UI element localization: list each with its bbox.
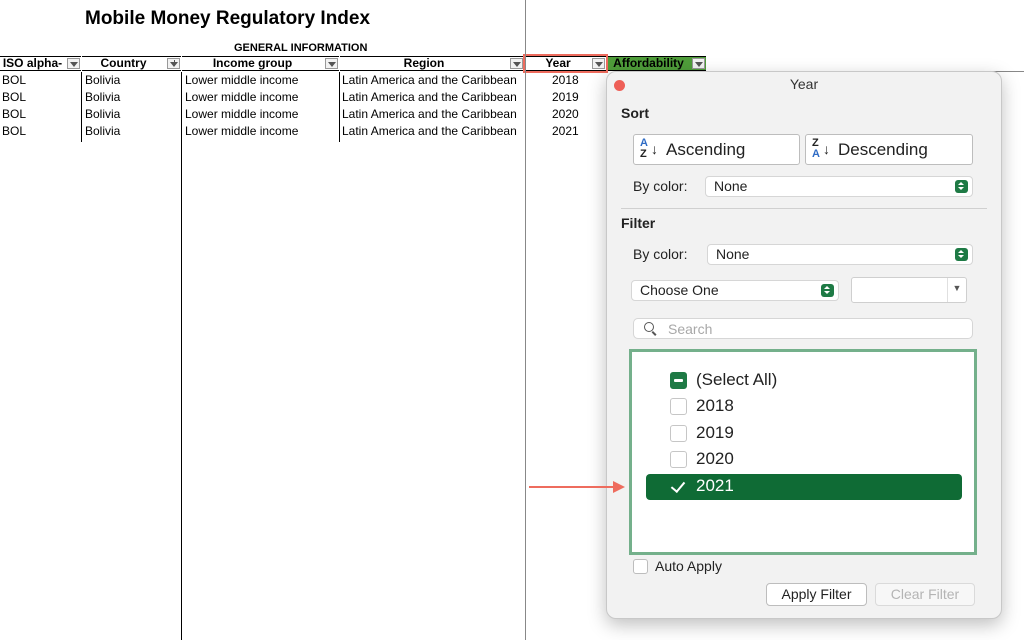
column-divider <box>339 72 340 142</box>
filter-dropdown-icon[interactable] <box>510 58 523 69</box>
section-title: GENERAL INFORMATION <box>234 42 368 54</box>
cell-iso[interactable]: BOL <box>2 72 26 89</box>
filter-dropdown-icon[interactable] <box>692 58 705 69</box>
choose-one-select[interactable]: Choose One <box>631 280 839 301</box>
filter-dropdown-icon[interactable] <box>325 58 338 69</box>
cell-region[interactable]: Latin America and the Caribbean <box>342 123 517 140</box>
cell-year[interactable]: 2018 <box>552 72 579 89</box>
sort-descending-label: Descending <box>838 140 928 159</box>
cell-year[interactable]: 2021 <box>552 123 579 140</box>
grid-line <box>525 0 526 640</box>
checkbox-mixed-icon[interactable] <box>670 372 687 389</box>
sort-by-color-value: None <box>714 178 748 194</box>
sort-ascending-label: Ascending <box>666 140 746 159</box>
list-item-label: 2018 <box>696 396 734 415</box>
cell-country[interactable]: Bolivia <box>85 89 120 106</box>
cell-region[interactable]: Latin America and the Caribbean <box>342 72 517 89</box>
cell-iso[interactable]: BOL <box>2 123 26 140</box>
clear-filter-button[interactable]: Clear Filter <box>875 583 975 606</box>
auto-apply-label[interactable]: Auto Apply <box>655 558 722 574</box>
checkbox-icon[interactable] <box>670 451 687 468</box>
cell-country[interactable]: Bolivia <box>85 106 120 123</box>
header-region[interactable]: Region <box>340 56 524 71</box>
cell-region[interactable]: Latin America and the Caribbean <box>342 89 517 106</box>
list-item-select-all[interactable]: (Select All) <box>646 368 962 394</box>
cell-income[interactable]: Lower middle income <box>185 106 298 123</box>
cell-country[interactable]: Bolivia <box>85 123 120 140</box>
year-header-highlight <box>523 54 608 73</box>
search-placeholder: Search <box>668 321 713 337</box>
chevron-updown-icon <box>955 248 968 261</box>
column-divider <box>81 72 82 142</box>
pointer-arrow-icon <box>529 481 625 493</box>
cell-income[interactable]: Lower middle income <box>185 72 298 89</box>
cell-year[interactable]: 2019 <box>552 89 579 106</box>
cell-iso[interactable]: BOL <box>2 106 26 123</box>
popup-title: Year <box>789 76 819 92</box>
sort-descending-button[interactable]: Z A ↓ Descending <box>805 134 973 165</box>
list-item-2018[interactable]: 2018 <box>646 394 962 420</box>
filter-by-color-label: By color: <box>633 246 688 262</box>
year-filter-popup: Year Sort A Z ↓ Ascending Z A ↓ Descending B… <box>606 71 1002 619</box>
sort-ascending-button[interactable]: A Z ↓ Ascending <box>633 134 800 165</box>
list-item-2021[interactable]: 2021 <box>646 474 962 500</box>
sort-descending-icon: Z A ↓ <box>812 137 830 160</box>
filter-by-color-value: None <box>716 246 750 262</box>
header-income-label: Income group <box>212 56 293 70</box>
chevron-updown-icon <box>821 284 834 297</box>
checkbox-icon[interactable] <box>670 425 687 442</box>
header-income[interactable]: Income group <box>182 56 339 71</box>
list-item-label: 2020 <box>696 449 734 468</box>
chevron-down-icon[interactable]: ▼ <box>947 278 966 302</box>
checkbox-icon[interactable] <box>670 398 687 415</box>
header-region-label: Region <box>403 56 445 70</box>
cell-year[interactable]: 2020 <box>552 106 579 123</box>
sort-heading: Sort <box>621 105 649 121</box>
header-affordability-label: Affordability <box>613 56 684 70</box>
header-iso-label: ISO alpha- <box>2 56 63 70</box>
divider <box>621 208 987 209</box>
list-item-2019[interactable]: 2019 <box>646 421 962 447</box>
search-icon <box>644 322 654 332</box>
apply-filter-button[interactable]: Apply Filter <box>766 583 867 606</box>
list-item-label: 2019 <box>696 423 734 442</box>
cell-income[interactable]: Lower middle income <box>185 123 298 140</box>
header-country[interactable]: Country <box>82 56 181 71</box>
cell-iso[interactable]: BOL <box>2 89 26 106</box>
filter-heading: Filter <box>621 215 656 231</box>
filter-value-combo[interactable]: ▼ <box>851 277 967 303</box>
chevron-updown-icon <box>955 180 968 193</box>
choose-one-value: Choose One <box>640 282 719 298</box>
filter-dropdown-icon[interactable] <box>67 58 80 69</box>
list-item-label: (Select All) <box>696 370 778 389</box>
sort-ascending-icon: A Z ↓ <box>640 137 658 160</box>
header-affordability[interactable]: Affordability <box>607 56 706 71</box>
search-input[interactable]: Search <box>633 318 973 339</box>
cell-income[interactable]: Lower middle income <box>185 89 298 106</box>
sheet-title: Mobile Money Regulatory Index <box>85 8 371 29</box>
sort-by-color-select[interactable]: None <box>705 176 973 197</box>
header-iso[interactable]: ISO alpha- <box>0 56 81 71</box>
filter-values-list: (Select All) 2018 2019 2020 2021 <box>629 349 977 555</box>
sort-by-color-label: By color: <box>633 178 688 194</box>
list-item-label: 2021 <box>696 476 734 495</box>
checkbox-checked-icon[interactable] <box>670 478 687 495</box>
auto-apply-checkbox[interactable] <box>633 559 648 574</box>
cell-region[interactable]: Latin America and the Caribbean <box>342 106 517 123</box>
filter-active-icon[interactable] <box>167 58 180 69</box>
column-divider <box>181 72 182 640</box>
list-item-2020[interactable]: 2020 <box>646 447 962 473</box>
header-country-label: Country <box>100 56 147 70</box>
cell-country[interactable]: Bolivia <box>85 72 120 89</box>
filter-by-color-select[interactable]: None <box>707 244 973 265</box>
